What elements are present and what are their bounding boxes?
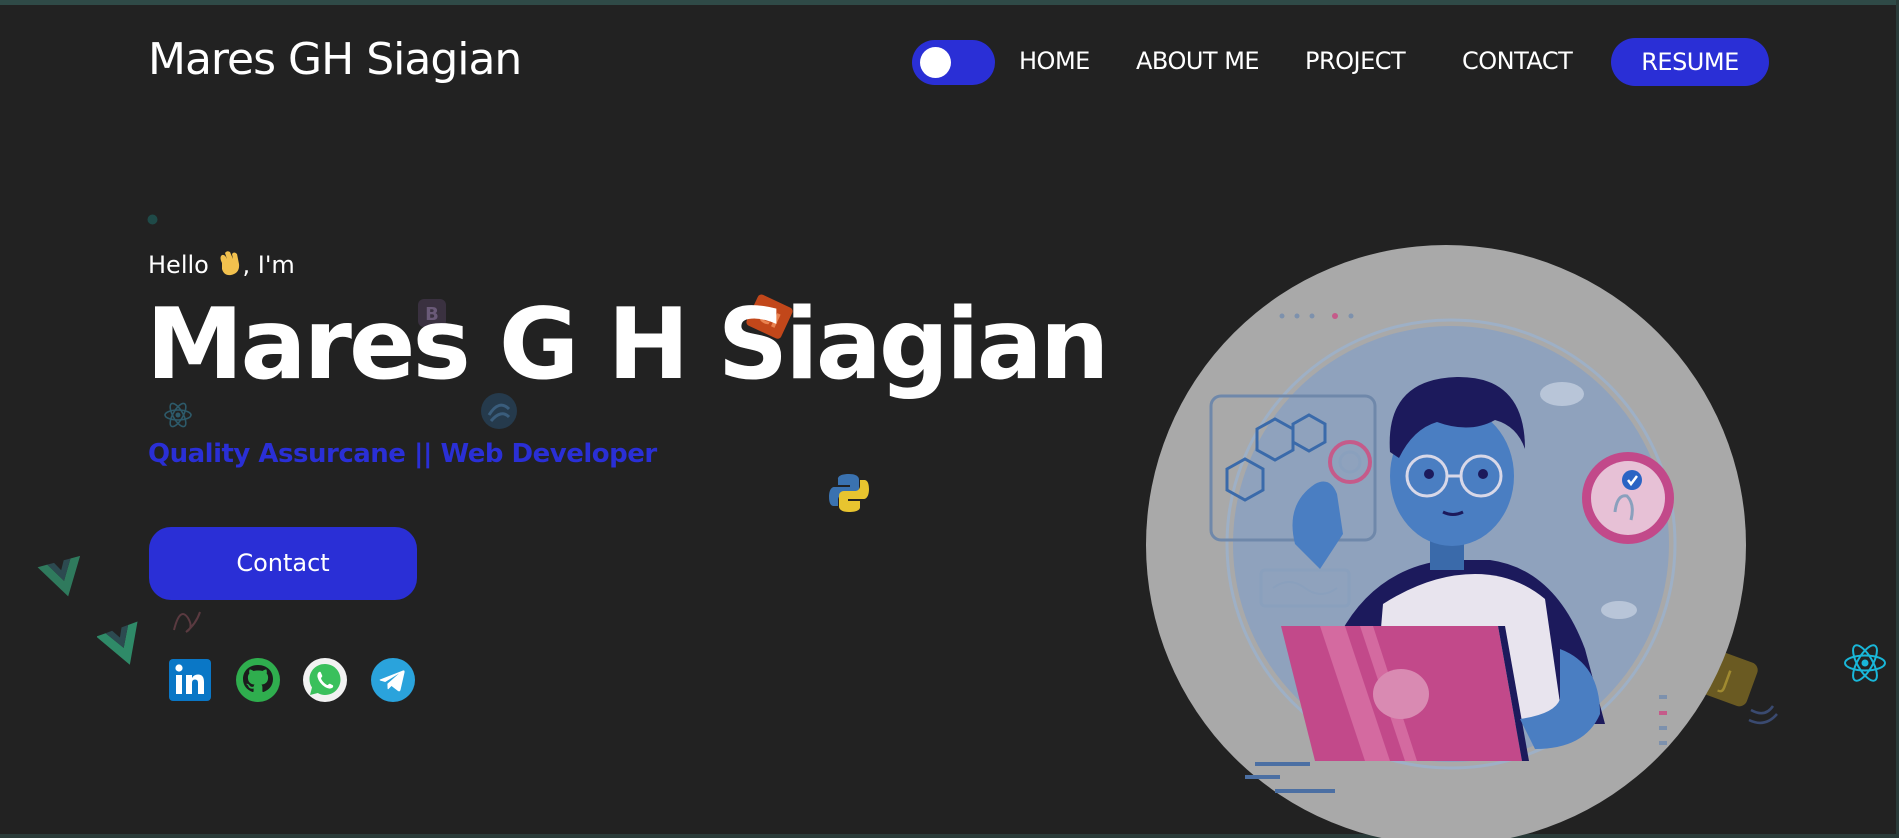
vue-icon-2 xyxy=(97,620,149,672)
nav-home[interactable]: HOME xyxy=(1019,47,1090,75)
github-icon[interactable] xyxy=(235,657,281,703)
react-icon-small xyxy=(163,400,193,430)
greeting-hello: Hello xyxy=(148,251,209,279)
hero-name: Mares G H Siagian xyxy=(146,288,1110,402)
react-icon xyxy=(1842,640,1888,686)
toggle-knob xyxy=(920,47,951,78)
handwriting-icon xyxy=(166,600,206,640)
greeting: Hello , I'm xyxy=(148,249,295,279)
top-border xyxy=(0,0,1899,5)
hero-illustration xyxy=(1145,244,1747,838)
dot-decoration xyxy=(147,214,158,225)
contact-button[interactable]: Contact xyxy=(149,527,417,600)
nav-about-me[interactable]: ABOUT ME xyxy=(1136,47,1260,75)
theme-toggle[interactable] xyxy=(912,40,995,85)
greeting-im: , I'm xyxy=(242,251,295,279)
vue-icon xyxy=(37,555,89,599)
nav-contact[interactable]: CONTACT xyxy=(1462,47,1573,75)
resume-button[interactable]: RESUME xyxy=(1611,38,1769,86)
site-logo[interactable]: Mares GH Siagian xyxy=(148,34,522,85)
hero-subtitle: Quality Assurcane || Web Developer xyxy=(148,439,657,469)
whatsapp-icon[interactable] xyxy=(302,657,348,703)
python-icon xyxy=(827,471,871,515)
linkedin-icon[interactable] xyxy=(167,657,213,703)
waving-hand-icon xyxy=(216,249,242,277)
telegram-icon[interactable] xyxy=(370,657,416,703)
nav-project[interactable]: PROJECT xyxy=(1305,47,1406,75)
